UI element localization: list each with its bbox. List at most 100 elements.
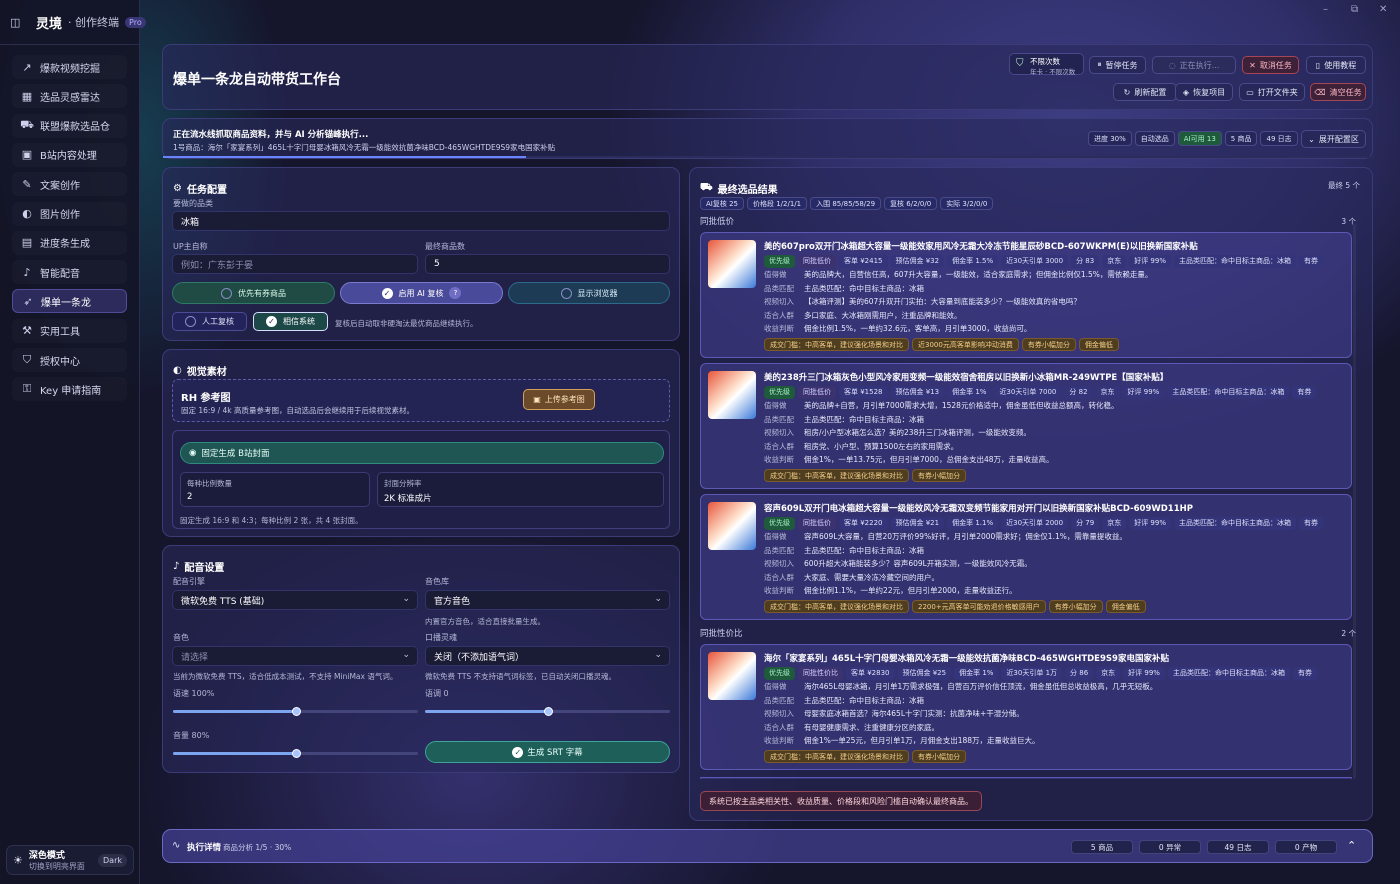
engine-select[interactable]: 微软免费 TTS (基础) ⌄	[172, 590, 418, 610]
product-info-row: 视频切入 600升超大冰箱能装多少？容声609L开箱实测，一级能效风冷无霜。	[764, 558, 1032, 569]
product-info-row: 适合人群 有母婴健康需求、注重健康分区的家庭。	[764, 722, 939, 733]
row-value: 佣金比例1.1%，一单约22元，但月引单2000，走量收益还行。	[804, 586, 1017, 595]
open-folder-button[interactable]: ▭ 打开文件夹	[1239, 83, 1305, 101]
manual-review-toggle[interactable]: 人工复核	[172, 312, 247, 331]
slider-handle[interactable]	[543, 707, 553, 716]
restore-project-button[interactable]: ◈ 恢复项目	[1175, 83, 1233, 101]
film-icon: ▤	[21, 236, 33, 250]
results-scrollbar[interactable]	[1353, 224, 1356, 779]
product-card-peek[interactable]	[700, 777, 1352, 779]
sidebar-item-10[interactable]: ⚒ 实用工具	[12, 319, 127, 343]
product-image[interactable]	[708, 371, 756, 419]
info-icon[interactable]: ?	[449, 287, 462, 299]
speed-slider[interactable]	[173, 707, 418, 716]
cover-resolution-field[interactable]: 封面分辨率 2K 标准成片	[377, 472, 664, 507]
sidebar-item-4[interactable]: ▣ B站内容处理	[12, 143, 127, 167]
upload-reference-button[interactable]: ▣ 上传参考图	[523, 389, 595, 410]
pause-button[interactable]: ⏸ 暂停任务	[1089, 56, 1146, 74]
product-title[interactable]: 美的607pro双开门冰箱超大容量一级能效家用风冷无霜大冷冻节能星辰砂BCD-6…	[764, 240, 1198, 252]
product-card[interactable]: 美的607pro双开门冰箱超大容量一级能效家用风冷无霜大冷冻节能星辰砂BCD-6…	[700, 232, 1352, 358]
row-key: 品类匹配	[764, 414, 794, 424]
sidebar-item-2[interactable]: ▦ 选品灵感雷达	[12, 84, 127, 108]
product-chip: 有券	[1299, 516, 1323, 530]
product-title[interactable]: 海尔「家宴系列」465L十字门母婴冰箱风冷无霜一级能效抗菌净味BCD-465WG…	[764, 652, 1169, 664]
exec-stat: 49 日志	[1207, 840, 1269, 854]
close-icon[interactable]: ✕	[1379, 4, 1387, 15]
chevron-up-icon[interactable]: ⌃	[1347, 839, 1356, 852]
product-title[interactable]: 美的238升三门冰箱灰色小型风冷家用变频一级能效宿舍租房以旧换新小冰箱MR-24…	[764, 371, 1168, 383]
sidebar-item-9[interactable]: ➶ 爆单一条龙	[12, 289, 127, 314]
sidebar-item-6[interactable]: ◐ 图片创作	[12, 202, 127, 226]
rocket-icon: ➶	[23, 294, 33, 308]
row-value: 主品类匹配：命中目标主商品：冰箱	[804, 414, 924, 424]
engine-label: 配音引擎	[173, 577, 205, 586]
product-chip: 预估佣金 ¥32	[890, 254, 945, 268]
refresh-config-button[interactable]: ↻ 刷新配置	[1113, 83, 1177, 101]
product-image[interactable]	[708, 240, 756, 288]
result-tag: 复核 6/2/0/0	[884, 196, 938, 210]
maximize-icon[interactable]: ⧉	[1351, 4, 1358, 15]
row-value: 佣金1%一单25元，但月引单1万，月佣金支出188万，走量收益巨大。	[804, 736, 1040, 745]
row-value: 佣金1%，一单13.75元，但月引单7000，总佣金支出48万，走量收益高。	[804, 455, 1054, 464]
category-label: 要做的品类	[173, 199, 213, 208]
toggle-off-icon	[221, 287, 232, 299]
running-button[interactable]: ◌ 正在执行...	[1152, 56, 1236, 74]
x-icon: ✕	[1249, 60, 1256, 70]
sidebar-item-11[interactable]: ⛉ 授权中心	[12, 348, 127, 372]
theme-toggle[interactable]: ☀ 深色模式 切换到明亮界面 Dark	[6, 845, 134, 875]
sidebar-item-8[interactable]: ♪ 智能配音	[12, 260, 127, 284]
sidebar-item-3[interactable]: ⛟ 联盟爆款选品仓	[12, 114, 127, 138]
sidebar-toggle-icon[interactable]: ◫	[10, 16, 20, 29]
volume-slider[interactable]	[173, 749, 418, 758]
exec-stat: 0 异常	[1139, 840, 1201, 854]
product-count-input[interactable]: 5	[425, 254, 670, 274]
sidebar-item-5[interactable]: ✎ 文案创作	[12, 172, 127, 196]
trust-system-toggle[interactable]: ✓ 相信系统	[253, 312, 328, 331]
cover-note: 固定生成 16:9 和 4:3；每种比例 2 张，共 4 张封面。	[180, 516, 363, 525]
style-select[interactable]: 关闭（不添加语气词） ⌄	[425, 646, 670, 666]
product-title[interactable]: 容声609L双开门电冰箱超大容量一级能效风冷无霜双变频节能家用对开门以旧换新国家…	[764, 502, 1193, 514]
row-key: 品类匹配	[764, 283, 794, 293]
status-line: 正在流水线抓取商品资料，并与 AI 分析锚峰执行...	[173, 130, 369, 140]
product-chip: 有券	[1292, 666, 1317, 680]
sidebar-item-12[interactable]: ⚿ Key 申请指南	[12, 377, 127, 401]
risk-chip: 有券小幅加分	[1021, 337, 1076, 351]
coupon-toggle[interactable]: 优先有券商品	[172, 282, 335, 304]
sidebar-item-1[interactable]: ↗ 爆款视频挖掘	[12, 55, 127, 79]
brand: 灵境 · 创作终端 Pro	[36, 12, 146, 32]
voice-lib-select[interactable]: 官方音色 ⌄	[425, 590, 670, 610]
ai-review-toggle[interactable]: ✓ 启用 AI 复核?	[340, 282, 503, 304]
product-image[interactable]	[708, 502, 756, 550]
refresh-icon: ↻	[1123, 87, 1131, 97]
pitch-slider[interactable]	[425, 707, 670, 716]
cancel-task-button[interactable]: ✕ 取消任务	[1242, 56, 1299, 74]
row-key: 视频切入	[764, 709, 794, 718]
product-chip: 分 82	[1064, 385, 1093, 399]
tutorial-button[interactable]: ▯ 使用教程	[1306, 56, 1366, 74]
sidebar-item-label: 选品灵感雷达	[40, 92, 100, 104]
show-browser-toggle[interactable]: 显示浏览器	[508, 282, 670, 304]
product-image[interactable]	[708, 652, 756, 700]
up-name-input[interactable]: 例如：广东彭于晏	[172, 254, 418, 274]
product-chip: 近30天引单 3000	[1001, 254, 1069, 268]
product-card[interactable]: 美的238升三门冰箱灰色小型风冷家用变频一级能效宿舍租房以旧换新小冰箱MR-24…	[700, 363, 1352, 489]
per-ratio-field[interactable]: 每种比例数量 2	[180, 472, 370, 507]
clear-task-button[interactable]: ⌫ 清空任务	[1310, 83, 1366, 101]
fixed-cover-toggle[interactable]: ◉ 固定生成 B站封面	[180, 442, 664, 464]
category-input[interactable]: 冰箱	[172, 211, 670, 231]
product-chip: 同批低价	[798, 385, 836, 399]
timbre-select[interactable]: 请选择 ⌄	[172, 646, 418, 666]
product-chip: 近30天引单 2000	[1001, 516, 1069, 530]
slider-handle[interactable]	[291, 707, 301, 716]
exec-title: 执行详情	[187, 843, 222, 853]
exec-bar[interactable]: ∿ 执行详情 商品分析 1/5 · 30% 5 商品 0 异常 49 日志 0 产物 …	[162, 829, 1373, 863]
expand-config-button[interactable]: ⌄ 展开配置区	[1301, 130, 1366, 148]
product-card[interactable]: 海尔「家宴系列」465L十字门母婴冰箱风冷无霜一级能效抗菌净味BCD-465WG…	[700, 644, 1352, 770]
product-chip: 好评 99%	[1122, 385, 1165, 399]
generate-srt-button[interactable]: ✓ 生成 SRT 字幕	[425, 741, 670, 763]
product-card[interactable]: 容声609L双开门电冰箱超大容量一级能效风冷无霜双变频节能家用对开门以旧换新国家…	[700, 494, 1352, 620]
slider-handle[interactable]	[291, 749, 301, 758]
voice-settings-panel: ♪ 配音设置 配音引擎 微软免费 TTS (基础) ⌄ 音色库 官方音色 ⌄ 内置官方…	[162, 545, 680, 773]
sidebar-item-7[interactable]: ▤ 进度条生成	[12, 231, 127, 255]
minimize-icon[interactable]: –	[1323, 4, 1328, 15]
